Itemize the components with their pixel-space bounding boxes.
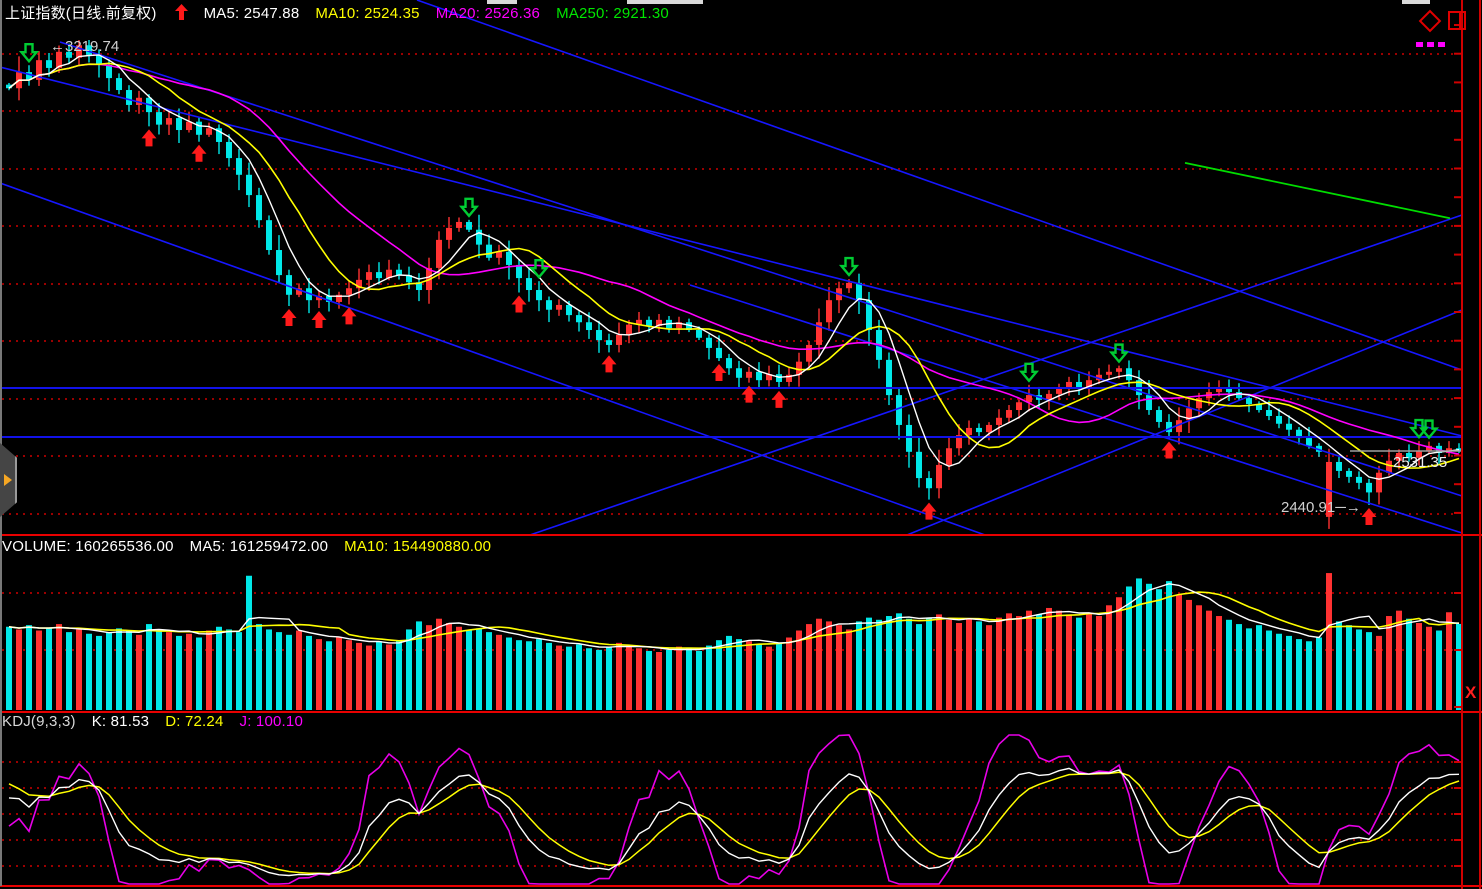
window-edge-artifact [1402,0,1430,4]
panel-close-button[interactable]: X [1465,683,1476,703]
ma10-label: MA10: 2524.35 [315,5,419,22]
chart-toolbar [1420,10,1472,42]
volume-header: VOLUME: 160265536.00 MA5: 161259472.00 MA1… [2,538,507,555]
volume-value-label: VOLUME: 160265536.00 [2,538,174,555]
low-price-label: 2440.91─→ [1281,499,1361,516]
last-price-label: 2531.35 [1393,454,1447,471]
kdj-header: KDJ(9,3,3) K: 81.53 D: 72.24 J: 100.10 [2,713,319,730]
diamond-tool-icon[interactable] [1419,10,1442,33]
chart-canvas[interactable] [0,0,1482,889]
security-title: 上证指数(日线.前复权) [5,5,157,22]
ma20-label: MA20: 2526.36 [436,5,540,22]
ma5-label: MA5: 2547.88 [204,5,300,22]
window-tool-bar [1459,13,1461,28]
kdj-j-label: J: 100.10 [240,713,304,730]
expand-arrow-icon [4,474,12,486]
kdj-k-label: K: 81.53 [92,713,149,730]
kdj-name-label: KDJ(9,3,3) [2,713,76,730]
ma250-label: MA250: 2921.30 [556,5,669,22]
volume-ma10-label: MA10: 154490880.00 [344,538,491,555]
chart-window: 上证指数(日线.前复权) MA5: 2547.88 MA10: 2524.35 MA2… [0,0,1482,889]
buy-signal-legend-icon [175,4,188,24]
volume-ma5-label: MA5: 161259472.00 [190,538,329,555]
high-price-label: ←3219.74 [50,38,119,55]
kdj-d-label: D: 72.24 [165,713,223,730]
ellipsis-dots-icon [1416,34,1456,40]
main-chart-header: 上证指数(日线.前复权) MA5: 2547.88 MA10: 2524.35 MA2… [5,2,685,24]
window-tool-icon[interactable] [1448,11,1466,30]
